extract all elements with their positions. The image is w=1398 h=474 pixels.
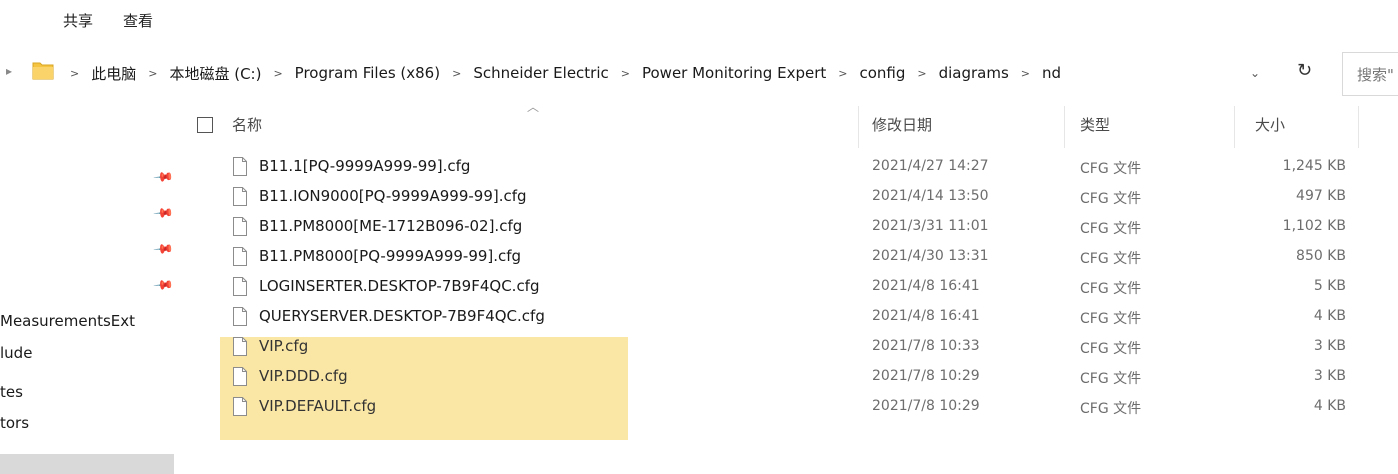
crumb-this-pc[interactable]: 此电脑 [87,63,140,84]
chevron-right-icon[interactable]: > [613,67,638,80]
file-name[interactable]: LOGINSERTER.DESKTOP-7B9F4QC.cfg [259,277,540,295]
file-type: CFG 文件 [1080,401,1142,417]
chevron-right-icon[interactable]: > [830,67,855,80]
ribbon-tab-view[interactable]: 查看 [123,10,153,31]
file-name[interactable]: VIP.cfg [259,337,308,355]
column-header-size[interactable]: 大小 [1255,114,1285,135]
column-header-date[interactable]: 修改日期 [872,114,932,135]
file-icon [233,277,247,296]
file-row[interactable]: B11.ION9000[PQ-9999A999-99].cfg 2021/4/14… [0,183,1398,213]
file-name[interactable]: VIP.DDD.cfg [259,367,348,385]
file-icon [233,217,247,236]
file-name[interactable]: QUERYSERVER.DESKTOP-7B9F4QC.cfg [259,307,545,325]
search-placeholder: 搜索" [1357,66,1394,84]
file-size: 4 KB [1313,398,1346,414]
file-size: 497 KB [1296,188,1346,204]
chevron-down-icon[interactable]: ⌄ [1250,66,1260,80]
breadcrumb: > 此电脑 > 本地磁盘 (C:) > Program Files (x86) … [62,58,1065,88]
column-divider[interactable] [1234,106,1235,148]
file-row[interactable]: B11.1[PQ-9999A999-99].cfg 2021/4/27 14:27… [0,153,1398,183]
file-date: 2021/7/8 10:29 [872,368,980,384]
file-name[interactable]: VIP.DEFAULT.cfg [259,397,376,415]
file-type: CFG 文件 [1080,371,1142,387]
file-date: 2021/4/8 16:41 [872,308,980,324]
file-type: CFG 文件 [1080,251,1142,267]
file-type: CFG 文件 [1080,161,1142,177]
file-size: 850 KB [1296,248,1346,264]
chevron-right-icon[interactable]: > [140,67,165,80]
file-icon [233,157,247,176]
file-icon [233,397,247,416]
column-divider[interactable] [1064,106,1065,148]
file-type: CFG 文件 [1080,311,1142,327]
chevron-right-icon[interactable]: > [909,67,934,80]
column-divider[interactable] [1358,106,1359,148]
file-type: CFG 文件 [1080,281,1142,297]
file-size: 1,102 KB [1282,218,1346,234]
file-icon [233,247,247,266]
file-size: 3 KB [1313,368,1346,384]
sort-up-icon: ︿ [527,100,540,114]
file-size: 4 KB [1313,308,1346,324]
crumb-program-files[interactable]: Program Files (x86) [291,64,444,82]
file-row[interactable]: VIP.DEFAULT.cfg 2021/7/8 10:29 CFG 文件 4 KB [0,393,1398,423]
file-size: 3 KB [1313,338,1346,354]
file-icon [233,367,247,386]
file-icon [233,187,247,206]
crumb-pme[interactable]: Power Monitoring Expert [638,64,830,82]
file-date: 2021/3/31 11:01 [872,218,989,234]
history-arrow-icon[interactable]: ▸ [6,64,12,78]
ribbon-tab-share[interactable]: 共享 [63,10,93,31]
select-all-checkbox[interactable] [197,117,213,133]
search-input[interactable]: 搜索" [1342,52,1398,96]
crumb-config[interactable]: config [855,64,909,82]
file-date: 2021/4/30 13:31 [872,248,989,264]
folder-icon [32,62,54,80]
file-date: 2021/4/27 14:27 [872,158,989,174]
file-size: 5 KB [1313,278,1346,294]
file-date: 2021/4/14 13:50 [872,188,989,204]
chevron-right-icon[interactable]: > [265,67,290,80]
file-type: CFG 文件 [1080,341,1142,357]
nav-selected-item[interactable] [0,454,174,474]
column-divider[interactable] [858,106,859,148]
crumb-nd[interactable]: nd [1038,64,1065,82]
file-date: 2021/7/8 10:29 [872,398,980,414]
file-date: 2021/7/8 10:33 [872,338,980,354]
file-row[interactable]: VIP.DDD.cfg 2021/7/8 10:29 CFG 文件 3 KB [0,363,1398,393]
column-header-name[interactable]: 名称 [232,114,262,135]
file-name[interactable]: B11.ION9000[PQ-9999A999-99].cfg [259,187,527,205]
chevron-right-icon[interactable]: > [62,67,87,80]
file-name[interactable]: B11.PM8000[PQ-9999A999-99].cfg [259,247,521,265]
file-type: CFG 文件 [1080,221,1142,237]
file-row[interactable]: VIP.cfg 2021/7/8 10:33 CFG 文件 3 KB [0,333,1398,363]
crumb-diagrams[interactable]: diagrams [935,64,1013,82]
file-row[interactable]: B11.PM8000[ME-1712B096-02].cfg 2021/3/31 … [0,213,1398,243]
file-type: CFG 文件 [1080,191,1142,207]
chevron-right-icon[interactable]: > [1013,67,1038,80]
file-icon [233,337,247,356]
crumb-schneider[interactable]: Schneider Electric [469,64,612,82]
chevron-right-icon[interactable]: > [444,67,469,80]
file-size: 1,245 KB [1282,158,1346,174]
file-name[interactable]: B11.PM8000[ME-1712B096-02].cfg [259,217,522,235]
file-icon [233,307,247,326]
file-name[interactable]: B11.1[PQ-9999A999-99].cfg [259,157,470,175]
file-row[interactable]: QUERYSERVER.DESKTOP-7B9F4QC.cfg 2021/4/8 … [0,303,1398,333]
file-date: 2021/4/8 16:41 [872,278,980,294]
crumb-local-disk[interactable]: 本地磁盘 (C:) [165,63,265,84]
refresh-icon[interactable]: ↻ [1297,60,1312,81]
column-header-type[interactable]: 类型 [1080,114,1110,135]
address-bar[interactable]: ▸ > 此电脑 > 本地磁盘 (C:) > Program Files (x86… [0,54,1240,94]
file-row[interactable]: LOGINSERTER.DESKTOP-7B9F4QC.cfg 2021/4/8 … [0,273,1398,303]
file-row[interactable]: B11.PM8000[PQ-9999A999-99].cfg 2021/4/30 … [0,243,1398,273]
